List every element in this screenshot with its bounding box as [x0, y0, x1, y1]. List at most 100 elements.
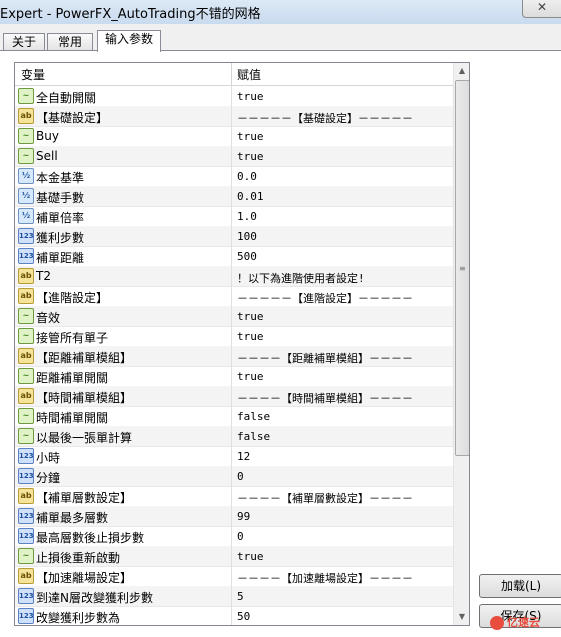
int-type-icon: 123: [18, 588, 34, 604]
parameter-row[interactable]: 123 分鐘 0: [15, 466, 453, 487]
cell-divider: [231, 566, 232, 586]
parameter-row[interactable]: ~ 距離補單開關 true: [15, 366, 453, 387]
parameter-value[interactable]: 0: [237, 470, 244, 483]
title-bar[interactable]: Expert - PowerFX_AutoTrading不错的网格 ✕: [0, 0, 561, 24]
parameter-row[interactable]: ½ 補單倍率 1.0: [15, 206, 453, 227]
int-type-icon: 123: [18, 608, 34, 624]
parameter-row[interactable]: ~ 以最後一張單計算 false: [15, 426, 453, 447]
vertical-scrollbar[interactable]: ▲ ≡ ▼: [453, 63, 469, 625]
parameter-value[interactable]: 99: [237, 510, 250, 523]
scroll-up-icon[interactable]: ▲: [454, 63, 469, 79]
str-type-icon: ab: [18, 268, 34, 284]
parameter-value[interactable]: true: [237, 330, 264, 343]
parameter-row[interactable]: ~ 止損後重新啟動 true: [15, 546, 453, 567]
parameter-value[interactable]: 1.0: [237, 210, 257, 223]
parameter-value[interactable]: －－－－－【進階設定】－－－－－: [237, 290, 413, 306]
parameter-name: 【加速離場設定】: [36, 571, 133, 585]
parameter-row[interactable]: ab 【進階設定】 －－－－－【進階設定】－－－－－: [15, 286, 453, 307]
scroll-down-icon[interactable]: ▼: [454, 609, 469, 625]
cell-divider: [231, 406, 232, 426]
parameter-row[interactable]: 123 補單距離 500: [15, 246, 453, 267]
parameter-name: 分鐘: [36, 471, 61, 485]
cell-divider: [231, 86, 232, 106]
parameter-row[interactable]: 123 小時 12: [15, 446, 453, 467]
parameter-name: 【時間補單模組】: [36, 391, 133, 405]
parameter-name: 基礎手數: [36, 191, 85, 205]
cell-divider: [231, 246, 232, 266]
parameter-row[interactable]: ~ 接管所有單子 true: [15, 326, 453, 347]
parameter-row[interactable]: ~ 全自動開關 true: [15, 86, 453, 107]
parameter-row[interactable]: ~ 音效 true: [15, 306, 453, 327]
parameter-name: Buy: [36, 129, 59, 143]
parameter-row[interactable]: ~ 時間補單開關 false: [15, 406, 453, 427]
parameter-name: 距離補單開關: [36, 371, 109, 385]
cell-divider: [231, 546, 232, 566]
parameter-value[interactable]: －－－－－【基礎設定】－－－－－: [237, 110, 413, 126]
parameter-value[interactable]: true: [237, 310, 264, 323]
bool-type-icon: ~: [18, 368, 34, 384]
tab-about[interactable]: 关于: [3, 33, 45, 51]
bool-type-icon: ~: [18, 88, 34, 104]
parameter-row[interactable]: ½ 本金基準 0.0: [15, 166, 453, 187]
dbl-type-icon: ½: [18, 188, 34, 204]
parameter-value[interactable]: 0.0: [237, 170, 257, 183]
parameter-row[interactable]: 123 補單最多層數 99: [15, 506, 453, 527]
cell-divider: [231, 286, 232, 306]
bool-type-icon: ~: [18, 148, 34, 164]
parameter-name: 【基礎設定】: [36, 111, 109, 125]
cell-divider: [231, 526, 232, 546]
parameter-value[interactable]: 0: [237, 530, 244, 543]
parameter-row[interactable]: ~ Buy true: [15, 126, 453, 147]
parameter-row[interactable]: ab 【補單層數設定】 －－－－【補單層數設定】－－－－: [15, 486, 453, 507]
int-type-icon: 123: [18, 248, 34, 264]
parameter-value[interactable]: 5: [237, 590, 244, 603]
parameter-row[interactable]: ab 【距離補單模組】 －－－－【距離補單模組】－－－－: [15, 346, 453, 367]
parameter-row[interactable]: 123 改變獲利步數為 50: [15, 606, 453, 625]
parameter-row[interactable]: ab 【時間補單模組】 －－－－【時間補單模組】－－－－: [15, 386, 453, 407]
cell-divider: [231, 126, 232, 146]
parameter-value[interactable]: false: [237, 410, 270, 423]
parameter-value[interactable]: true: [237, 150, 264, 163]
cell-divider: [231, 226, 232, 246]
parameter-row[interactable]: 123 到達N層改變獲利步數 5: [15, 586, 453, 607]
parameter-row[interactable]: ab 【基礎設定】 －－－－－【基礎設定】－－－－－: [15, 106, 453, 127]
parameter-value[interactable]: 500: [237, 250, 257, 263]
parameter-name: 止損後重新啟動: [36, 551, 121, 565]
parameter-row[interactable]: 123 獲利步數 100: [15, 226, 453, 247]
close-button[interactable]: ✕: [522, 0, 561, 18]
str-type-icon: ab: [18, 388, 34, 404]
parameter-value[interactable]: －－－－【距離補單模組】－－－－: [237, 350, 413, 366]
parameter-row[interactable]: 123 最高層數後止損步數 0: [15, 526, 453, 547]
parameter-value[interactable]: ！以下為進階使用者設定!: [237, 270, 365, 286]
parameter-value[interactable]: true: [237, 370, 264, 383]
parameter-value[interactable]: －－－－【補單層數設定】－－－－: [237, 490, 413, 506]
header-variable[interactable]: 变量: [21, 66, 45, 83]
parameter-value[interactable]: 12: [237, 450, 250, 463]
header-divider[interactable]: [231, 63, 232, 85]
parameter-name: 補單距離: [36, 251, 85, 265]
parameter-name: 接管所有單子: [36, 331, 109, 345]
str-type-icon: ab: [18, 108, 34, 124]
parameter-value[interactable]: －－－－【時間補單模組】－－－－: [237, 390, 413, 406]
parameter-value[interactable]: true: [237, 130, 264, 143]
tab-inputs[interactable]: 输入参数: [97, 30, 161, 52]
parameter-row[interactable]: ~ Sell true: [15, 146, 453, 167]
parameter-value[interactable]: 100: [237, 230, 257, 243]
tab-common[interactable]: 常用: [47, 33, 93, 51]
parameter-value[interactable]: －－－－【加速離場設定】－－－－: [237, 570, 413, 586]
parameter-value[interactable]: false: [237, 430, 270, 443]
parameter-value[interactable]: 0.01: [237, 190, 264, 203]
cell-divider: [231, 326, 232, 346]
parameter-name: 【補單層數設定】: [36, 491, 133, 505]
load-button[interactable]: 加载(L): [479, 574, 561, 598]
parameter-row[interactable]: ½ 基礎手數 0.01: [15, 186, 453, 207]
parameter-row[interactable]: ab 【加速離場設定】 －－－－【加速離場設定】－－－－: [15, 566, 453, 587]
window-title: Expert - PowerFX_AutoTrading不错的网格: [0, 7, 261, 22]
cell-divider: [231, 446, 232, 466]
parameter-value[interactable]: true: [237, 90, 264, 103]
scrollbar-thumb[interactable]: ≡: [455, 80, 469, 456]
parameter-value[interactable]: 50: [237, 610, 250, 623]
header-value[interactable]: 赋值: [237, 66, 261, 83]
parameter-row[interactable]: ab T2 ！以下為進階使用者設定!: [15, 266, 453, 287]
parameter-value[interactable]: true: [237, 550, 264, 563]
